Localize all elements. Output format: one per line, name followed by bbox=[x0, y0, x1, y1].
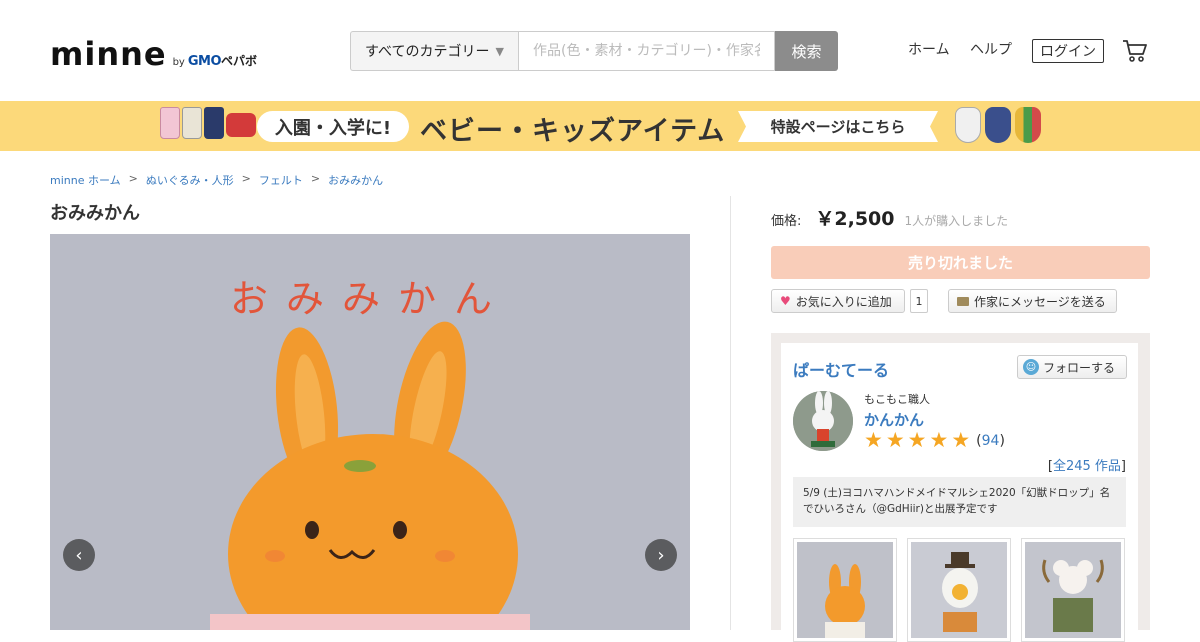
page-title: おみみかん bbox=[50, 203, 140, 224]
bags-illustration bbox=[160, 107, 256, 139]
carousel-next-button[interactable]: › bbox=[645, 539, 677, 571]
search-input[interactable] bbox=[518, 31, 775, 71]
cart-icon[interactable] bbox=[1122, 38, 1148, 64]
price-value: ￥2,500 bbox=[815, 208, 895, 230]
product-image[interactable]: おみみかん ‹ › bbox=[50, 234, 690, 630]
follow-button[interactable]: ☺ フォローする bbox=[1017, 355, 1127, 379]
shop-thumbnail[interactable] bbox=[1021, 538, 1125, 642]
bag-icon bbox=[182, 107, 202, 139]
login-button[interactable]: ログイン bbox=[1032, 39, 1104, 63]
nav-help-link[interactable]: ヘルプ bbox=[970, 39, 1012, 59]
logo-gmo-text: GMO bbox=[187, 54, 222, 69]
star-icon: ★ bbox=[864, 428, 883, 452]
add-favorite-label: お気に入りに追加 bbox=[795, 294, 892, 309]
add-favorite-button[interactable]: ♥ お気に入りに追加 bbox=[771, 289, 905, 313]
breadcrumb-separator: > bbox=[241, 172, 251, 185]
rating-stars: ★ ★ ★ ★ ★ (94) bbox=[864, 430, 1005, 451]
review-count: (94) bbox=[976, 432, 1005, 449]
dropdown-arrow-icon: ▼ bbox=[495, 44, 504, 58]
breadcrumb-current[interactable]: おみみかん bbox=[328, 172, 383, 188]
star-icon: ★ bbox=[907, 428, 927, 452]
all-works-link[interactable]: 全245 作品 bbox=[1053, 459, 1121, 474]
logo-by-text: by bbox=[172, 57, 185, 68]
shop-name-link[interactable]: ぱーむてーる bbox=[793, 357, 889, 381]
product-photo-illustration: おみみかん bbox=[50, 234, 690, 630]
star-icon: ★ bbox=[929, 428, 949, 452]
review-count-link[interactable]: 94 bbox=[982, 433, 1000, 449]
star-icon: ★ bbox=[885, 428, 905, 452]
creator-title: もこもこ職人 bbox=[864, 393, 930, 406]
logo-pepabo-text: ペパボ bbox=[221, 54, 258, 68]
breadcrumb: minne ホーム > ぬいぐるみ・人形 > フェルト > おみみかん bbox=[50, 172, 383, 188]
all-works: [全245 作品] bbox=[1047, 459, 1126, 474]
shop-notice: 5/9 (土)ヨコハマハンドメイドマルシェ2020「幻獣ドロップ」名でひいろさん… bbox=[793, 477, 1126, 527]
minne-logo[interactable]: minne by GMO ペパボ bbox=[50, 34, 257, 70]
star-icon: ★ bbox=[951, 428, 971, 452]
avatar[interactable] bbox=[793, 391, 853, 451]
bibs-illustration bbox=[955, 107, 1041, 143]
send-message-label: 作家にメッセージを送る bbox=[974, 294, 1106, 309]
breadcrumb-separator: > bbox=[310, 172, 321, 185]
favorite-count: 1 bbox=[910, 289, 928, 313]
image-caption: おみみかん bbox=[230, 277, 510, 321]
special-page-link[interactable]: 特設ページはこちら bbox=[738, 111, 938, 142]
smile-icon: ☺ bbox=[1023, 359, 1039, 375]
carousel-prev-button[interactable]: ‹ bbox=[63, 539, 95, 571]
send-message-button[interactable]: 作家にメッセージを送る bbox=[948, 289, 1117, 313]
purchase-count: 1人が購入しました bbox=[904, 214, 1009, 228]
column-divider bbox=[730, 196, 731, 630]
soldout-button[interactable]: 売り切れました bbox=[771, 246, 1150, 279]
search-bar: すべてのカテゴリー ▼ 検索 bbox=[350, 31, 838, 71]
bib-icon bbox=[1015, 107, 1041, 143]
breadcrumb-separator: > bbox=[128, 172, 138, 185]
promo-banner[interactable]: 入園・入学に! ベビー・キッズアイテム 特設ページはこちら bbox=[0, 101, 1200, 151]
breadcrumb-category[interactable]: ぬいぐるみ・人形 bbox=[146, 172, 234, 188]
shop-thumbnail[interactable] bbox=[793, 538, 897, 642]
price-row: 価格: ￥2,500 1人が購入しました bbox=[771, 204, 1008, 231]
creator-name-link[interactable]: かんかん bbox=[864, 409, 924, 430]
price-label: 価格: bbox=[771, 214, 802, 229]
bag-icon bbox=[160, 107, 180, 139]
nav-home-link[interactable]: ホーム bbox=[908, 39, 950, 59]
banner-title: ベビー・キッズアイテム bbox=[420, 116, 726, 147]
shop-thumbnail[interactable] bbox=[907, 538, 1011, 642]
bib-icon bbox=[955, 107, 981, 143]
bag-icon bbox=[226, 113, 256, 137]
shop-panel: ぱーむてーる ☺ フォローする もこもこ職人 かんかん ★ ★ ★ ★ ★ (9… bbox=[771, 333, 1150, 642]
envelope-icon bbox=[957, 296, 969, 306]
breadcrumb-home[interactable]: minne ホーム bbox=[50, 172, 121, 188]
search-button[interactable]: 検索 bbox=[775, 31, 838, 71]
bag-icon bbox=[204, 107, 224, 139]
follow-label: フォローする bbox=[1043, 360, 1116, 375]
shop-thumbnails bbox=[793, 538, 1125, 642]
category-select[interactable]: すべてのカテゴリー ▼ bbox=[350, 31, 518, 71]
bib-icon bbox=[985, 107, 1011, 143]
site-header: minne by GMO ペパボ すべてのカテゴリー ▼ 検索 ホーム ヘルプ … bbox=[0, 0, 1200, 101]
logo-wordmark: minne bbox=[50, 35, 167, 73]
banner-pill: 入園・入学に! bbox=[257, 111, 409, 142]
breadcrumb-subcategory[interactable]: フェルト bbox=[259, 172, 303, 188]
heart-icon: ♥ bbox=[780, 294, 791, 308]
category-select-label: すべてのカテゴリー bbox=[365, 44, 490, 60]
